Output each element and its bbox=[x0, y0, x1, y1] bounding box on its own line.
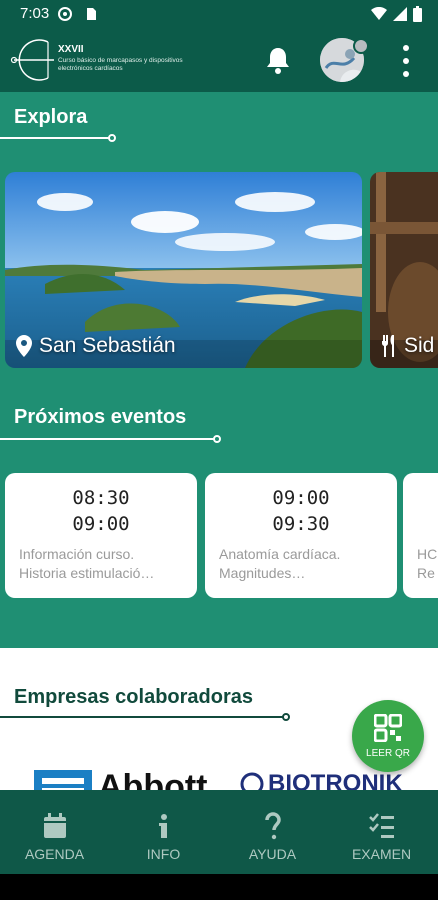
event-end-time: 09:30 bbox=[272, 513, 330, 535]
more-options-icon[interactable] bbox=[398, 42, 414, 80]
checklist-icon bbox=[368, 813, 394, 838]
event-description-line-2: Magnitudes… bbox=[219, 565, 306, 581]
app-screen: 7:03 XXVII Curso básico de marcapasos y … bbox=[0, 0, 438, 900]
explore-card-sidreria[interactable]: Sid bbox=[370, 172, 438, 368]
event-end-time: 09:00 bbox=[72, 513, 130, 535]
top-app-bar: XXVII Curso básico de marcapasos y dispo… bbox=[0, 30, 438, 92]
events-title: Próximos eventos bbox=[14, 406, 187, 428]
explore-title: Explora bbox=[14, 106, 88, 128]
explore-card-title-2: Sid bbox=[404, 334, 435, 357]
status-time: 7:03 bbox=[20, 5, 50, 22]
event-description-line-1: Anatomía cardíaca. bbox=[219, 546, 341, 562]
bottom-navigation: AGENDA INFO AYUDA EXAMEN bbox=[0, 790, 438, 874]
sponsors-title: Empresas colaboradoras bbox=[14, 686, 253, 708]
info-icon bbox=[158, 814, 167, 838]
explore-divider bbox=[0, 137, 110, 139]
logo-subtitle: Curso básico de marcapasos y dispositivo… bbox=[58, 57, 183, 72]
explore-card-san-sebastian[interactable]: San Sebastián bbox=[5, 172, 362, 368]
vpn-icon bbox=[58, 7, 72, 21]
events-divider-dot bbox=[213, 435, 221, 443]
nav-item-agenda[interactable]: AGENDA bbox=[0, 790, 109, 874]
event-start-time: 09:00 bbox=[272, 487, 330, 509]
wifi-icon bbox=[371, 7, 387, 20]
battery-icon bbox=[413, 6, 422, 22]
event-description: Anatomía cardíaca. Magnitudes… bbox=[219, 545, 387, 583]
explore-divider-dot bbox=[108, 134, 116, 142]
fork-knife-icon bbox=[381, 335, 394, 357]
qr-code-icon bbox=[374, 714, 402, 742]
event-start-time: 08:30 bbox=[72, 487, 130, 509]
explore-card-label-2: Sid bbox=[380, 334, 434, 358]
event-card[interactable]: 09:00 09:30 Anatomía cardíaca. Magnitude… bbox=[205, 473, 397, 598]
calendar-icon bbox=[43, 813, 66, 838]
event-card[interactable]: HC Re bbox=[403, 473, 438, 598]
status-bar: 7:03 bbox=[0, 0, 438, 30]
system-gesture-bar bbox=[0, 874, 438, 900]
sponsors-divider-dot bbox=[282, 713, 290, 721]
event-description: HC Re bbox=[417, 545, 438, 583]
avatar-status-badge bbox=[353, 38, 369, 54]
nav-label-info: INFO bbox=[146, 846, 181, 862]
explore-card-label: San Sebastián bbox=[15, 334, 176, 358]
nav-item-info[interactable]: INFO bbox=[109, 790, 218, 874]
sim-card-icon bbox=[87, 8, 96, 20]
status-icons bbox=[371, 6, 422, 22]
nav-item-ayuda[interactable]: AYUDA bbox=[218, 790, 327, 874]
nav-label-examen: EXAMEN bbox=[351, 846, 412, 862]
event-description-line-2: Historia estimulació… bbox=[19, 565, 155, 581]
course-logo-icon bbox=[10, 39, 54, 81]
nav-label-ayuda: AYUDA bbox=[248, 846, 297, 862]
sponsors-divider bbox=[0, 716, 284, 718]
event-card[interactable]: 08:30 09:00 Información curso. Historia … bbox=[5, 473, 197, 598]
location-pin-icon bbox=[16, 335, 32, 357]
event-description-line-1: Información curso. bbox=[19, 546, 135, 562]
nav-item-examen[interactable]: EXAMEN bbox=[327, 790, 436, 874]
read-qr-button[interactable]: LEER QR bbox=[352, 700, 424, 772]
logo-title: XXVII bbox=[58, 44, 84, 55]
events-divider bbox=[0, 438, 216, 440]
help-icon bbox=[264, 812, 281, 840]
nav-label-agenda: AGENDA bbox=[24, 846, 85, 862]
read-qr-label: LEER QR bbox=[366, 748, 410, 759]
event-description: Información curso. Historia estimulació… bbox=[19, 545, 187, 583]
explore-card-title: San Sebastián bbox=[39, 334, 176, 357]
signal-icon bbox=[393, 7, 407, 21]
event-description-line-1: HC bbox=[417, 546, 438, 562]
notifications-bell-icon[interactable] bbox=[262, 44, 294, 76]
event-description-line-2: Re bbox=[417, 565, 435, 581]
